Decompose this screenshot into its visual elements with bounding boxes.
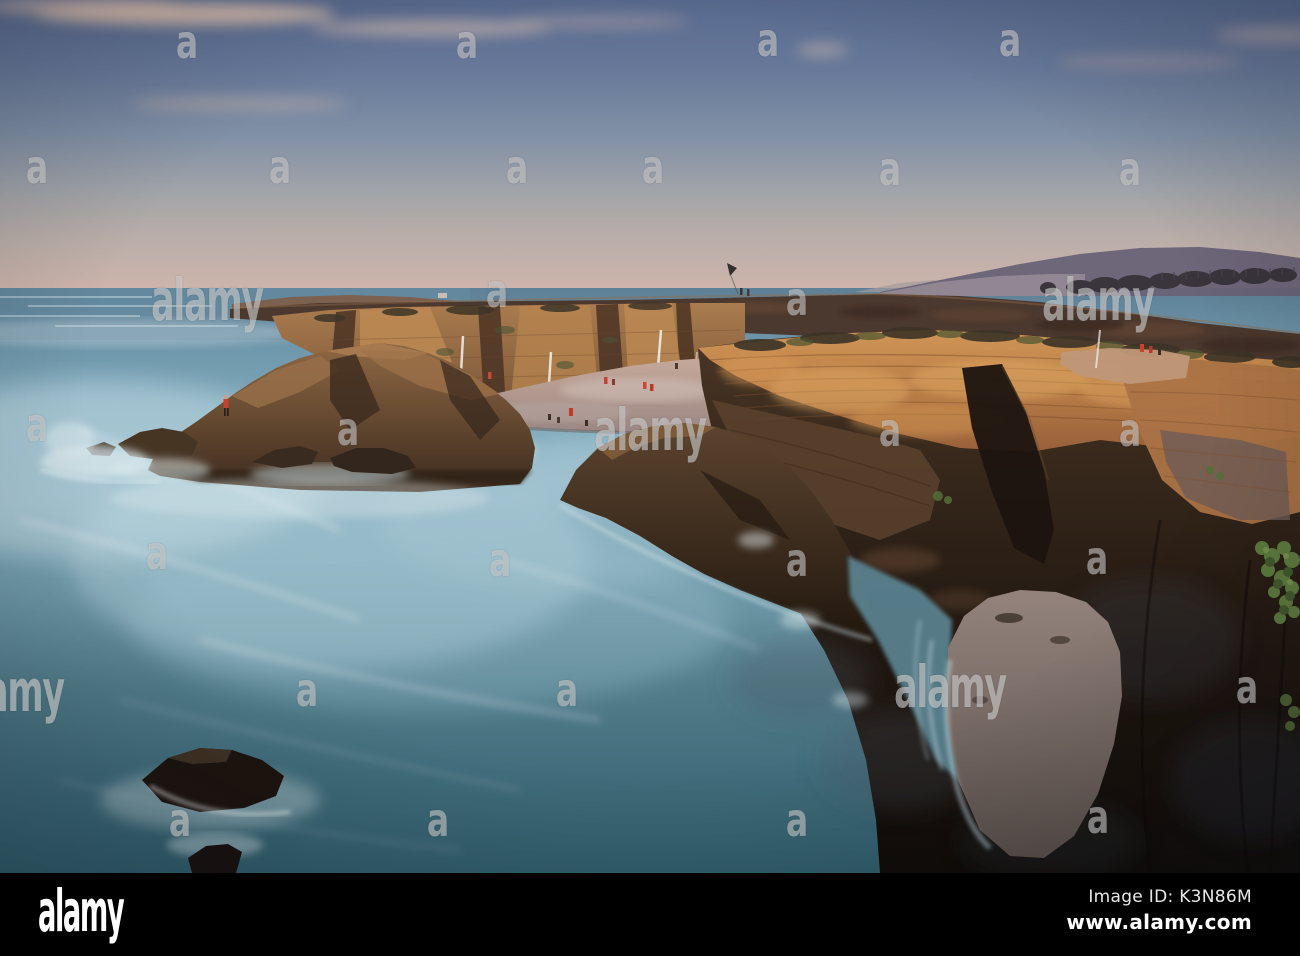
alamy-url: www.alamy.com: [1066, 910, 1252, 934]
image-id-label: Image ID: K3N86M: [1088, 887, 1252, 907]
vignette: [0, 0, 1300, 873]
alamy-logo: alamy: [38, 877, 125, 945]
coastal-cliffs-photo: a a a a a a a a a a a a a a a a a a a a a a a a a a a alamy alamy ala…: [0, 0, 1300, 873]
photo-scene: [0, 0, 1300, 873]
stock-photo-page: a a a a a a a a a a a a a a a a a a a a a a a a a a a alamy alamy ala…: [0, 0, 1300, 956]
alamy-footer-bar: alamy Image ID: K3N86M www.alamy.com: [0, 873, 1300, 956]
